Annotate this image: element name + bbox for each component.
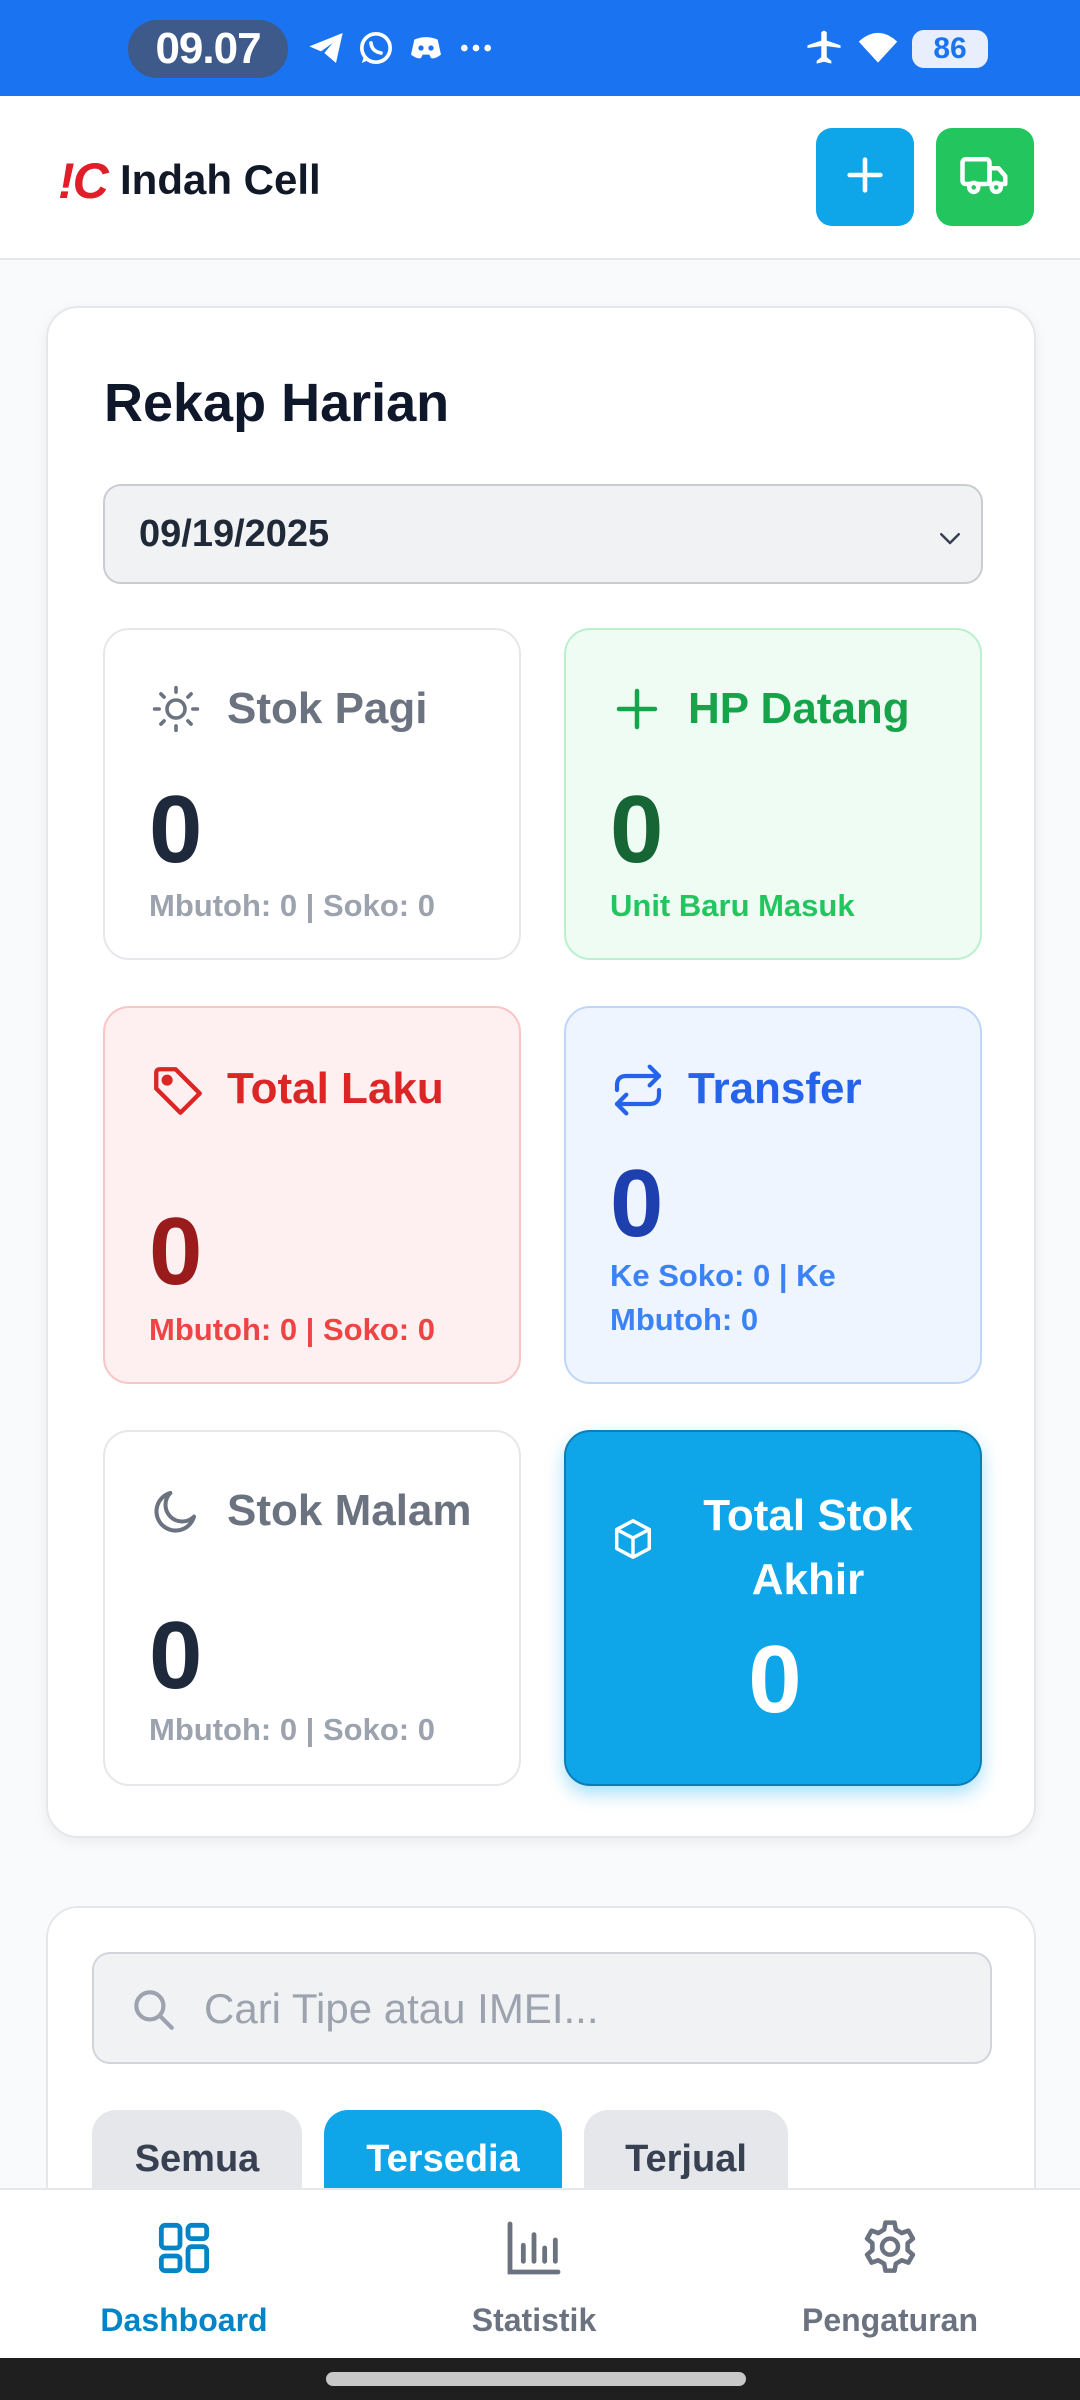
stat-value: 0 [610,776,664,883]
stat-label: HP Datang [688,684,910,733]
stat-label: Stok Pagi [227,684,428,733]
wifi-icon [856,28,900,68]
battery-icon: 86 [912,30,988,68]
box-icon [610,1516,656,1567]
truck-icon [958,148,1012,207]
stat-label: Transfer [688,1064,862,1113]
stat-card-final-stock: Total Stok Akhir 0 [564,1430,982,1786]
stat-card-transfer: Transfer 0 Ke Soko: 0 | Ke Mbutoh: 0 [564,1006,982,1384]
nav-statistics[interactable]: Statistik [354,2190,714,2360]
plus-icon [610,682,664,741]
tag-icon [149,1062,207,1125]
stat-subtext: Ke Soko: 0 | Ke Mbutoh: 0 [610,1258,836,1337]
dashboard-icon [4,2216,364,2280]
stat-label: Total Laku [227,1064,444,1113]
status-time: 09.07 [128,20,288,78]
app-title: Indah Cell [120,156,321,203]
search-icon [128,1984,178,2039]
stat-value: 0 [748,1626,802,1733]
system-gesture-area [0,2358,1080,2400]
stat-value: 0 [149,776,203,883]
moon-icon [149,1484,203,1543]
date-value: 09/19/2025 [139,512,330,555]
bottom-nav: Dashboard Statistik Pengaturan [0,2188,1080,2358]
nav-settings[interactable]: Pengaturan [710,2190,1070,2360]
gear-icon [710,2216,1070,2280]
nav-dashboard[interactable]: Dashboard [4,2190,364,2360]
app-header: !C Indah Cell [0,96,1080,260]
stat-card-morning-stock: Stok Pagi 0 Mbutoh: 0 | Soko: 0 [103,628,521,960]
nav-label: Statistik [471,2302,597,2338]
delivery-button[interactable] [936,128,1034,226]
stat-subtext: Mbutoh: 0 | Soko: 0 [149,1312,435,1347]
stat-label: Stok Malam [227,1486,472,1535]
daily-recap-card: Rekap Harian 09/19/2025 Stok Pagi 0 Mbut… [46,306,1036,1838]
stat-subtext: Mbutoh: 0 | Soko: 0 [149,888,435,923]
stat-value: 0 [149,1198,203,1305]
sun-icon [149,682,203,741]
repeat-icon [610,1062,666,1123]
logo-mark: !C [58,153,109,209]
more-icon [456,28,496,68]
search-input[interactable] [204,1974,964,2044]
date-select[interactable]: 09/19/2025 [103,484,983,584]
stat-card-total-sold: Total Laku 0 Mbutoh: 0 | Soko: 0 [103,1006,521,1384]
stat-card-incoming-phones: HP Datang 0 Unit Baru Masuk [564,628,982,960]
battery-level: 86 [933,32,967,65]
stat-value: 0 [610,1150,664,1257]
status-bar: 09.07 86 [0,0,1080,96]
airplane-icon [802,28,846,68]
stat-card-night-stock: Stok Malam 0 Mbutoh: 0 | Soko: 0 [103,1430,521,1786]
gesture-handle[interactable] [326,2372,746,2386]
stat-subtext: Unit Baru Masuk [610,888,855,923]
bar-chart-icon [354,2216,714,2280]
stat-subtext: Mbutoh: 0 | Soko: 0 [149,1712,435,1747]
search-box[interactable] [92,1952,992,2064]
add-phone-button[interactable] [816,128,914,226]
plus-icon [842,152,888,203]
telegram-icon [306,28,346,68]
stat-value: 0 [149,1602,203,1709]
chevron-down-icon [935,520,965,563]
nav-label: Pengaturan [801,2302,979,2338]
nav-label: Dashboard [100,2302,268,2338]
discord-icon [406,28,446,68]
recap-title: Rekap Harian [104,373,450,433]
whatsapp-icon [356,28,396,68]
stat-label: Total Stok Akhir [703,1491,913,1604]
